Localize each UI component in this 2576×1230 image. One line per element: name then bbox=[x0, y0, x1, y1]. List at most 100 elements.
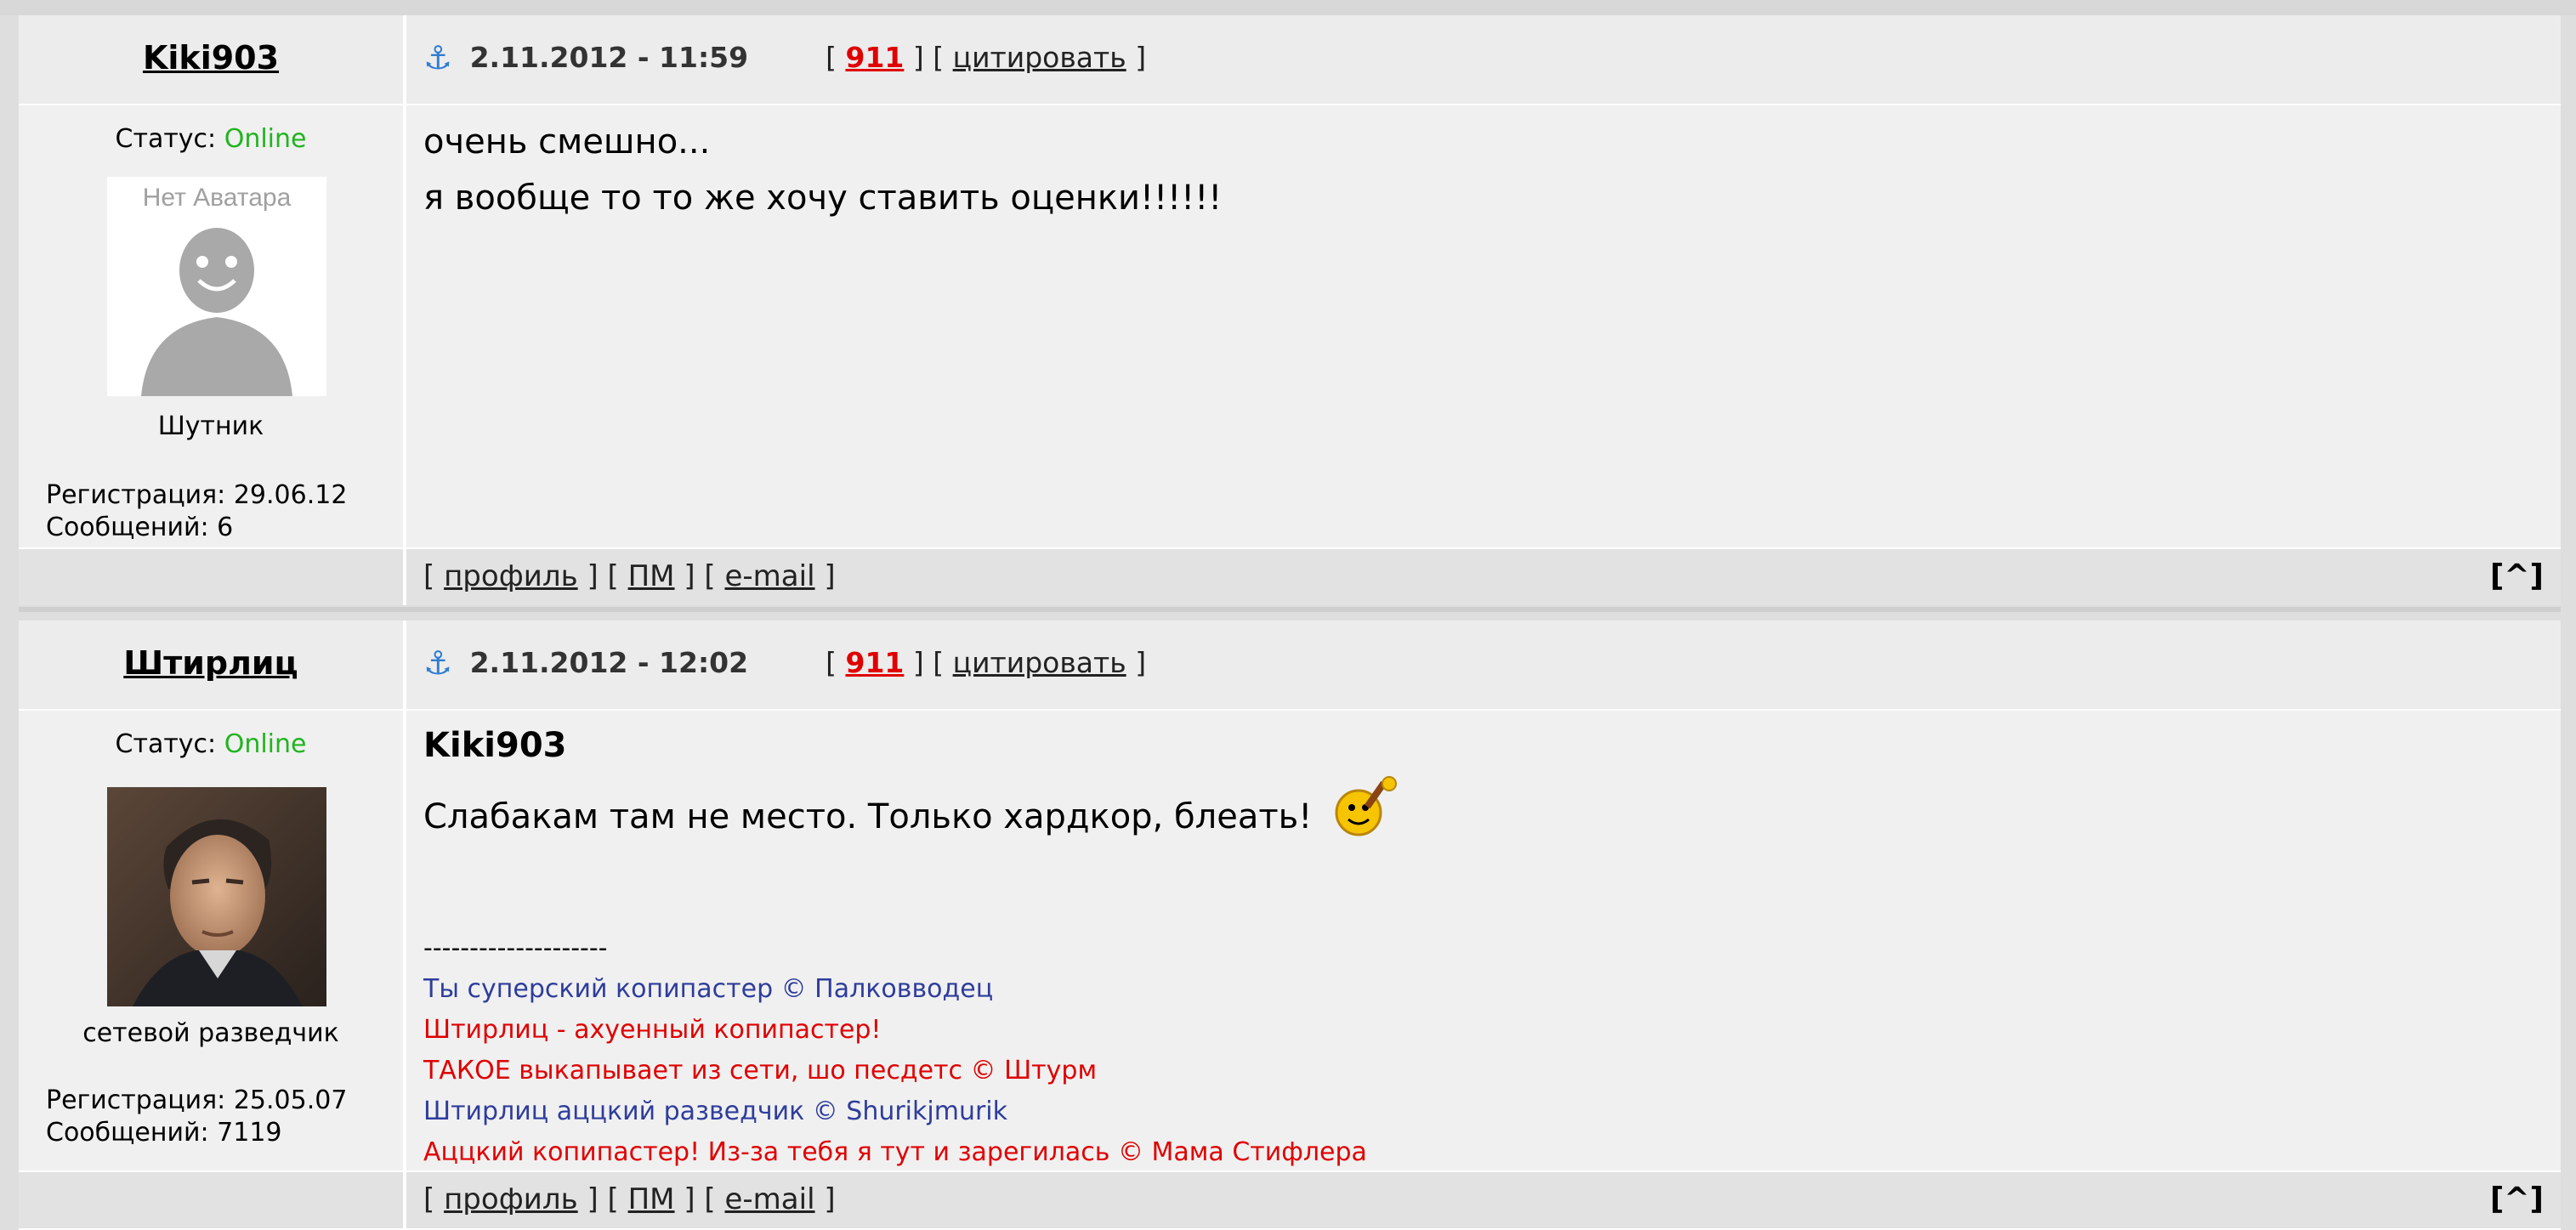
bracket-close: ] bbox=[824, 1182, 836, 1216]
footer-left bbox=[19, 549, 403, 605]
reg-date: 25.05.07 bbox=[233, 1085, 348, 1115]
quoted-author: Kiki903 bbox=[423, 726, 567, 765]
post-body: Статус: Online сетевой разведчик Регистр… bbox=[19, 711, 2561, 1170]
user-reg-stats: Регистрация: 25.05.07 Сообщений: 7119 bbox=[46, 1085, 347, 1149]
bracket-open: [ bbox=[826, 646, 837, 679]
signature-line: Штирлиц аццкий разведчик © Shurikjmurik bbox=[423, 1097, 1007, 1126]
post-meta: ⚓ 2.11.2012 - 11:59 [ 911 ] [ цитировать… bbox=[406, 15, 2561, 100]
status-label: Статус: bbox=[115, 124, 217, 154]
message-cell: очень смешно... я вообще то то же хочу с… bbox=[406, 105, 2561, 547]
message-line: очень смешно... bbox=[423, 122, 711, 162]
anchor-icon[interactable]: ⚓ bbox=[423, 39, 452, 77]
bracket-open: [ bbox=[933, 646, 945, 679]
bracket-close: ] bbox=[587, 1182, 599, 1216]
bracket-close: ] bbox=[824, 559, 836, 593]
avatar-image bbox=[107, 787, 326, 1006]
post-meta-cell: ⚓ 2.11.2012 - 11:59 [ 911 ] [ цитировать… bbox=[406, 15, 2561, 104]
footer-left bbox=[19, 1172, 403, 1228]
footer-right: [ профиль ] [ ПМ ] [ e-mail ] [^] bbox=[406, 549, 2561, 605]
bracket-open: [ bbox=[607, 1182, 619, 1216]
bracket-open: [ bbox=[704, 1182, 716, 1216]
post-divider bbox=[19, 607, 2561, 612]
online-indicator: Online bbox=[224, 124, 307, 154]
msgs-label: Сообщений: bbox=[46, 1118, 209, 1148]
forum-post-1: Kiki903 ⚓ 2.11.2012 - 11:59 [ 911 ] [ ци… bbox=[19, 15, 2561, 605]
anchor-icon[interactable]: ⚓ bbox=[423, 644, 452, 682]
forum-page: Kiki903 ⚓ 2.11.2012 - 11:59 [ 911 ] [ ци… bbox=[0, 0, 2576, 1230]
msgs-label: Сообщений: bbox=[46, 513, 209, 542]
reg-row: Регистрация: 29.06.12 bbox=[46, 479, 347, 512]
user-photo-icon bbox=[107, 787, 326, 1006]
bracket-open: [ bbox=[704, 559, 716, 593]
signature-line: Аццкий копипастер! Из-за тебя я тут и за… bbox=[423, 1137, 1367, 1167]
user-info-cell: Статус: Online Нет Аватара Шутник Регист… bbox=[19, 105, 403, 547]
pm-link[interactable]: ПМ bbox=[628, 559, 675, 593]
signature-line: Ты суперский копипастер © Палковводец bbox=[423, 974, 994, 1004]
profile-link[interactable]: профиль bbox=[444, 1182, 578, 1216]
forum-post-2: Штирлиц ⚓ 2.11.2012 - 12:02 [ 911 ] [ ци… bbox=[19, 621, 2561, 1230]
author-link[interactable]: Kiki903 bbox=[19, 15, 403, 100]
reg-date: 29.06.12 bbox=[233, 480, 348, 510]
avatar-text: Нет Аватара bbox=[143, 184, 292, 212]
signature-separator: -------------------- bbox=[423, 933, 608, 963]
msgs-count: 7119 bbox=[217, 1118, 282, 1148]
user-rank: Шутник bbox=[157, 411, 264, 441]
author-link[interactable]: Штирлиц bbox=[19, 621, 403, 706]
post-date: 2.11.2012 - 11:59 bbox=[469, 41, 749, 74]
bracket-close: ] bbox=[587, 559, 599, 593]
profile-link[interactable]: профиль bbox=[444, 559, 578, 593]
bracket-close: ] bbox=[684, 559, 695, 593]
pm-link[interactable]: ПМ bbox=[628, 1182, 675, 1216]
message-text: Слабакам там не место. Только хардкор, б… bbox=[423, 797, 1313, 836]
msgs-row: Сообщений: 7119 bbox=[46, 1117, 347, 1149]
status-label: Статус: bbox=[115, 729, 217, 759]
user-rank: сетевой разведчик bbox=[82, 1018, 339, 1048]
post-header: Штирлиц ⚓ 2.11.2012 - 12:02 [ 911 ] [ ци… bbox=[19, 621, 2561, 709]
reg-row: Регистрация: 25.05.07 bbox=[46, 1085, 347, 1117]
post-footer: [ профиль ] [ ПМ ] [ e-mail ] [^] bbox=[19, 549, 2561, 605]
post-meta: ⚓ 2.11.2012 - 12:02 [ 911 ] [ цитировать… bbox=[406, 621, 2561, 706]
reg-label: Регистрация: bbox=[46, 1085, 226, 1115]
post-date: 2.11.2012 - 12:02 bbox=[469, 646, 749, 679]
reg-label: Регистрация: bbox=[46, 480, 226, 510]
no-avatar-icon: Нет Аватара bbox=[107, 177, 326, 396]
post-footer: [ профиль ] [ ПМ ] [ e-mail ] [^] bbox=[19, 1172, 2561, 1228]
quote-link[interactable]: цитировать bbox=[953, 646, 1126, 679]
signature-line: ТАКОЕ выкапывает из сети, шо песдетс © Ш… bbox=[423, 1056, 1098, 1085]
report-link[interactable]: 911 bbox=[845, 646, 904, 679]
bracket-open: [ bbox=[423, 559, 435, 593]
bracket-close: ] bbox=[684, 1182, 695, 1216]
user-info-cell: Статус: Online сетевой разведчик Регистр… bbox=[19, 711, 403, 1170]
user-status: Статус: Online bbox=[19, 729, 403, 759]
message-line: Слабакам там не место. Только хардкор, б… bbox=[406, 772, 2561, 857]
bracket-open: [ bbox=[933, 41, 945, 74]
message-cell: Kiki903 Слабакам там не место. Только ха… bbox=[406, 711, 2561, 1170]
footer-links: [ профиль ] [ ПМ ] [ e-mail ] bbox=[406, 549, 2561, 604]
report-link[interactable]: 911 bbox=[845, 41, 904, 74]
bracket-close: ] bbox=[912, 41, 924, 74]
bracket-close: ] bbox=[1135, 41, 1147, 74]
post-header: Kiki903 ⚓ 2.11.2012 - 11:59 [ 911 ] [ ци… bbox=[19, 15, 2561, 104]
post-body: Статус: Online Нет Аватара Шутник Регист… bbox=[19, 105, 2561, 547]
user-status: Статус: Online bbox=[19, 124, 403, 154]
bracket-close: ] bbox=[912, 646, 924, 679]
author-cell: Штирлиц bbox=[19, 621, 403, 709]
to-top-link[interactable]: [^] bbox=[2490, 1172, 2544, 1227]
smiley-guitar-icon bbox=[1330, 772, 1406, 857]
email-link[interactable]: e-mail bbox=[724, 1182, 814, 1216]
bracket-open: [ bbox=[423, 1182, 435, 1216]
bracket-open: [ bbox=[607, 559, 619, 593]
online-indicator: Online bbox=[224, 729, 307, 759]
footer-right: [ профиль ] [ ПМ ] [ e-mail ] [^] bbox=[406, 1172, 2561, 1228]
quote-link[interactable]: цитировать bbox=[953, 41, 1126, 74]
bracket-close: ] bbox=[1135, 646, 1147, 679]
message-line: я вообще то то же хочу ставить оценки!!!… bbox=[423, 179, 1223, 218]
avatar-placeholder: Нет Аватара bbox=[107, 177, 326, 396]
to-top-link[interactable]: [^] bbox=[2490, 549, 2544, 604]
author-cell: Kiki903 bbox=[19, 15, 403, 104]
email-link[interactable]: e-mail bbox=[724, 559, 814, 593]
msgs-row: Сообщений: 6 bbox=[46, 512, 347, 544]
footer-links: [ профиль ] [ ПМ ] [ e-mail ] bbox=[406, 1172, 2561, 1227]
signature-line: Штирлиц - ахуенный копипастер! bbox=[423, 1015, 882, 1045]
user-reg-stats: Регистрация: 29.06.12 Сообщений: 6 bbox=[46, 479, 347, 544]
